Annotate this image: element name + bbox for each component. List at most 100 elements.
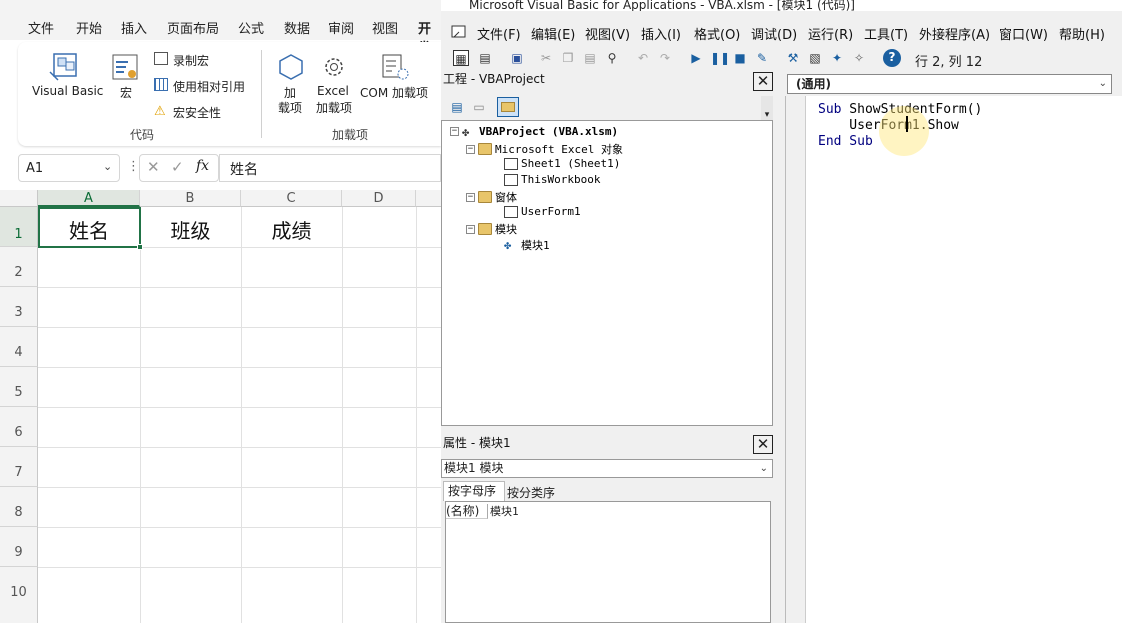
tab-review[interactable]: 审阅 — [328, 18, 354, 37]
tree-node-forms[interactable]: − 窗体 — [466, 189, 517, 205]
close-icon[interactable]: ✕ — [753, 72, 773, 91]
close-icon[interactable]: ✕ — [753, 435, 773, 454]
tab-insert[interactable]: 插入 — [121, 18, 147, 37]
macro-security-button[interactable]: 宏安全性 — [173, 104, 221, 121]
cell-a1[interactable]: 姓名 — [38, 215, 140, 244]
worksheet-grid[interactable]: A B C D 1 2 3 4 5 6 7 8 9 10 — [0, 190, 441, 623]
tab-home[interactable]: 开始 — [76, 18, 102, 37]
properties-grid[interactable]: (名称) 模块1 — [445, 501, 771, 623]
splitter[interactable] — [775, 70, 785, 623]
gear-icon[interactable] — [318, 52, 350, 82]
cell-b1[interactable]: 班级 — [140, 215, 241, 244]
tab-categorized[interactable]: 按分类序 — [507, 484, 555, 501]
menu-view[interactable]: 视图(V) — [585, 24, 630, 43]
insert-module-icon[interactable]: ▤ — [477, 50, 493, 66]
property-value-cell[interactable]: 模块1 — [490, 504, 519, 519]
menu-debug[interactable]: 调试(D) — [751, 24, 797, 43]
chevron-down-icon[interactable]: ⌄ — [103, 160, 112, 173]
tree-node-sheet1[interactable]: Sheet1 (Sheet1) — [504, 157, 620, 170]
find-icon[interactable]: ⚲ — [604, 50, 620, 66]
insert-function-icon[interactable]: fx — [196, 158, 209, 174]
tree-node-thisworkbook[interactable]: ThisWorkbook — [504, 173, 600, 186]
formula-input[interactable]: 姓名 — [219, 154, 441, 182]
row-header[interactable]: 1 — [0, 207, 38, 247]
project-tree[interactable]: − ✤ VBAProject (VBA.xlsm) − Microsoft Ex… — [441, 120, 773, 426]
record-macro-button[interactable]: 录制宏 — [173, 52, 209, 69]
tab-alphabetic[interactable]: 按字母序 — [443, 481, 505, 501]
column-header[interactable]: A — [38, 190, 140, 207]
collapse-icon[interactable]: − — [450, 127, 459, 136]
code-editor[interactable]: Sub ShowStudentForm() UserForm1.Show End… — [785, 96, 1122, 623]
column-header[interactable]: B — [140, 190, 241, 207]
project-explorer-icon[interactable]: ⚒ — [785, 50, 801, 66]
row-header[interactable]: 3 — [0, 287, 38, 327]
vbe-app-icon[interactable] — [451, 24, 467, 40]
view-code-icon[interactable]: ▤ — [449, 99, 465, 115]
menu-format[interactable]: 格式(O) — [694, 24, 740, 43]
name-box[interactable]: A1 ⌄ — [18, 154, 120, 182]
addins-icon[interactable] — [276, 52, 306, 82]
select-all-corner[interactable] — [0, 190, 38, 207]
cut-icon[interactable]: ✂ — [538, 50, 554, 66]
properties-object-select[interactable]: 模块1 模块 ⌄ — [441, 459, 773, 478]
paste-icon[interactable]: ▤ — [582, 50, 598, 66]
save-icon[interactable]: ▣ — [509, 50, 525, 66]
tab-formulas[interactable]: 公式 — [238, 18, 264, 37]
tab-page-layout[interactable]: 页面布局 — [167, 18, 219, 37]
copy-icon[interactable]: ❐ — [560, 50, 576, 66]
code-object-select[interactable]: (通用) ⌄ — [787, 74, 1112, 94]
chevron-down-icon[interactable]: ⌄ — [760, 460, 768, 477]
com-addins-icon[interactable] — [380, 52, 410, 82]
collapse-icon[interactable]: − — [466, 192, 475, 202]
scroll-arrow-icon[interactable]: ▾ — [761, 96, 773, 120]
chevron-down-icon[interactable]: ⌄ — [1099, 75, 1107, 93]
reset-icon[interactable]: ■ — [732, 50, 748, 66]
object-browser-icon[interactable]: ✦ — [829, 50, 845, 66]
row-header[interactable]: 4 — [0, 327, 38, 367]
view-object-icon[interactable]: ▭ — [471, 99, 487, 115]
row-header[interactable]: 10 — [0, 567, 38, 623]
redo-icon[interactable]: ↷ — [657, 50, 673, 66]
relative-ref-button[interactable]: 使用相对引用 — [173, 78, 245, 95]
tree-node-modules[interactable]: − 模块 — [466, 221, 517, 237]
addins-label-2[interactable]: 载项 — [278, 99, 302, 116]
confirm-icon[interactable]: ✓ — [171, 158, 184, 176]
menu-file[interactable]: 文件(F) — [477, 24, 521, 43]
column-header-partial[interactable] — [416, 190, 441, 207]
help-icon[interactable]: ? — [883, 49, 901, 67]
collapse-icon[interactable]: − — [466, 224, 475, 234]
row-header[interactable]: 8 — [0, 487, 38, 527]
menu-help[interactable]: 帮助(H) — [1059, 24, 1105, 43]
tree-node-module1[interactable]: ✤ 模块1 — [504, 237, 550, 253]
relative-ref-icon[interactable] — [154, 78, 168, 91]
cancel-icon[interactable]: ✕ — [147, 158, 160, 176]
break-icon[interactable]: ❚❚ — [710, 50, 730, 66]
code-line-3[interactable]: End Sub — [818, 134, 873, 149]
row-header[interactable]: 6 — [0, 407, 38, 447]
tab-file[interactable]: 文件 — [28, 18, 54, 37]
tab-view[interactable]: 视图 — [372, 18, 398, 37]
column-header[interactable]: D — [342, 190, 416, 207]
menu-tools[interactable]: 工具(T) — [864, 24, 908, 43]
menu-window[interactable]: 窗口(W) — [999, 24, 1048, 43]
toolbox-icon[interactable]: ✧ — [851, 50, 867, 66]
excel-addins-label-2[interactable]: 加载项 — [316, 99, 352, 116]
tree-node-excel-objects[interactable]: − Microsoft Excel 对象 — [466, 141, 623, 157]
menu-edit[interactable]: 编辑(E) — [531, 24, 575, 43]
macros-label[interactable]: 宏 — [120, 84, 132, 101]
com-addins-label[interactable]: COM 加载项 — [360, 84, 428, 101]
excel-addins-label-1[interactable]: Excel — [317, 84, 349, 98]
cell-c1[interactable]: 成绩 — [241, 215, 342, 244]
record-macro-icon[interactable] — [154, 52, 168, 65]
tree-node-root[interactable]: − ✤ VBAProject (VBA.xlsm) — [450, 125, 618, 138]
menu-addins[interactable]: 外接程序(A) — [919, 24, 990, 43]
properties-icon[interactable]: ▧ — [807, 50, 823, 66]
tree-node-userform1[interactable]: UserForm1 — [504, 205, 581, 218]
row-header[interactable]: 2 — [0, 247, 38, 287]
menu-run[interactable]: 运行(R) — [808, 24, 853, 43]
tab-data[interactable]: 数据 — [284, 18, 310, 37]
collapse-icon[interactable]: − — [466, 144, 475, 154]
visual-basic-label[interactable]: Visual Basic — [32, 84, 103, 98]
row-header[interactable]: 7 — [0, 447, 38, 487]
row-header[interactable]: 5 — [0, 367, 38, 407]
